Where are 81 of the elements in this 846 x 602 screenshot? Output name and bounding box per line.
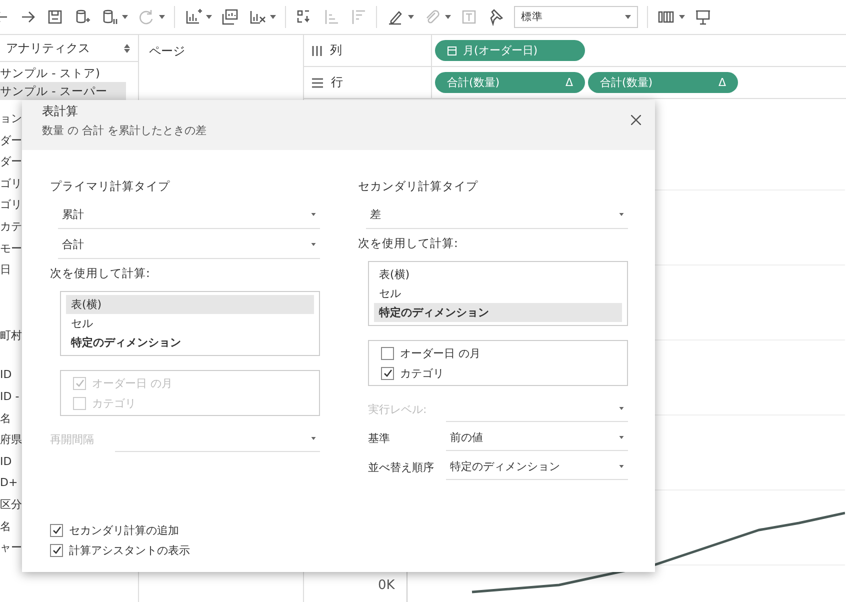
checkbox[interactable]: [50, 544, 63, 556]
dialog-title: 表計算: [42, 102, 79, 120]
caret-icon[interactable]: [408, 15, 414, 19]
list-item[interactable]: セル: [66, 314, 314, 333]
field-item[interactable]: モー: [0, 238, 22, 260]
caret-icon[interactable]: [625, 15, 631, 19]
dropdown[interactable]: 合計: [58, 230, 320, 259]
checkbox-label: カテゴリ: [400, 366, 444, 380]
columns-icon: [312, 46, 322, 56]
pages-shelf-title: ページ: [149, 44, 185, 58]
field-item[interactable]: ID -: [0, 386, 20, 408]
list-item[interactable]: 表(横): [374, 265, 622, 284]
field-item[interactable]: ダー: [0, 130, 22, 152]
caret-icon[interactable]: [206, 15, 212, 19]
clear-sheet-icon[interactable]: [248, 8, 266, 26]
section-heading: セカンダリ計算タイプ: [358, 178, 479, 194]
shelf-label: 行: [331, 74, 343, 91]
list-item[interactable]: 特定のディメンション: [374, 303, 622, 322]
field-item[interactable]: 町村: [0, 324, 22, 346]
chart-add-icon[interactable]: [184, 8, 202, 26]
field-item[interactable]: D+: [0, 472, 18, 494]
section-heading: プライマリ計算タイプ: [50, 178, 171, 194]
field-label: 並べ替え順序: [368, 460, 435, 474]
pane-tab[interactable]: アナリティクス: [6, 40, 90, 56]
shelf-label: 列: [330, 42, 342, 59]
fit-dropdown[interactable]: 標準: [514, 6, 638, 28]
field-item[interactable]: ョン: [0, 108, 22, 130]
caret-icon[interactable]: [122, 15, 128, 19]
field-item[interactable]: 府県: [0, 429, 22, 451]
dropdown[interactable]: 累計: [58, 200, 320, 229]
list-item[interactable]: 表(横): [66, 295, 314, 314]
field-item[interactable]: 区分: [0, 494, 22, 516]
field-label: 再開間隔: [50, 432, 95, 446]
presentation-icon[interactable]: [694, 8, 712, 26]
caret-icon[interactable]: [159, 15, 165, 19]
sort-icon[interactable]: [124, 44, 130, 52]
field-item[interactable]: カテ: [0, 216, 22, 238]
checkbox-label: セカンダリ計算の追加: [69, 522, 179, 538]
data-source-item[interactable]: サンプル - スーパー: [0, 82, 126, 100]
checkbox-label: オーダー日 の月: [400, 346, 480, 360]
caret-icon[interactable]: [445, 15, 451, 19]
checkbox[interactable]: [50, 524, 63, 536]
save-icon[interactable]: [46, 8, 64, 26]
field-label: 実行レベル:: [368, 402, 428, 416]
caret-icon[interactable]: [311, 242, 316, 246]
duplicate-icon[interactable]: [221, 8, 239, 26]
field-item[interactable]: 名: [0, 408, 11, 430]
rows-icon: [312, 78, 323, 88]
list-item[interactable]: 特定のディメンション: [66, 333, 314, 352]
dialog-subtitle: 数量 の 合計 を累計したときの差: [42, 122, 206, 138]
field-label: 次を使用して計算:: [50, 265, 151, 281]
field-item[interactable]: ャー: [0, 537, 22, 559]
caret-icon[interactable]: [619, 465, 624, 468]
field-item[interactable]: 日: [0, 259, 11, 281]
field-label: 次を使用して計算:: [358, 235, 459, 251]
checkbox[interactable]: [381, 366, 394, 380]
checkbox-label: カテゴリ: [92, 396, 136, 410]
field-item[interactable]: ID: [0, 450, 12, 472]
caret-icon[interactable]: [311, 212, 316, 216]
caret-icon[interactable]: [619, 212, 624, 216]
dropdown[interactable]: 差: [366, 200, 628, 229]
close-icon[interactable]: [631, 115, 641, 125]
field-item[interactable]: ゴリ: [0, 172, 22, 194]
dropdown[interactable]: 特定のディメンション: [446, 454, 628, 480]
field-item[interactable]: ダー: [0, 151, 22, 173]
caret-icon[interactable]: [619, 407, 624, 410]
checkbox-label: オーダー日 の月: [92, 376, 172, 390]
field-item[interactable]: ID: [0, 364, 12, 386]
field-item[interactable]: 名: [0, 516, 11, 538]
caret-icon[interactable]: [679, 15, 685, 19]
field-item[interactable]: ゴリ: [0, 194, 22, 216]
list-item[interactable]: セル: [374, 284, 622, 303]
field-label: 基準: [368, 430, 391, 446]
caret-icon[interactable]: [311, 437, 316, 440]
caret-icon[interactable]: [270, 15, 276, 19]
data-source-item[interactable]: サンプル - ストア): [0, 64, 126, 82]
axis-tick-label: 0K: [378, 578, 395, 593]
dropdown[interactable]: 前の値: [446, 425, 628, 451]
caret-icon[interactable]: [619, 436, 624, 439]
checkbox[interactable]: [381, 346, 394, 360]
checkbox-label: 計算アシスタントの表示: [69, 542, 190, 558]
